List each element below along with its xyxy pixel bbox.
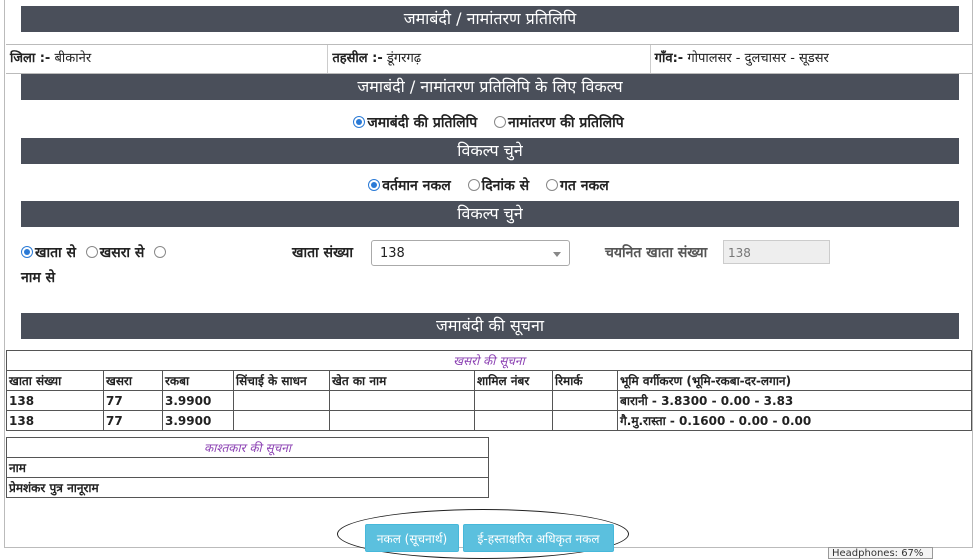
cell: 138 bbox=[6, 410, 104, 431]
copy-options-title: जमाबंदी / नामांतरण प्रतिलिपि के लिए विकल… bbox=[21, 74, 959, 100]
cell: गै.मु.रास्ता - 0.1600 - 0.00 - 0.00 bbox=[617, 410, 972, 431]
cell bbox=[552, 410, 618, 431]
cell: 3.9900 bbox=[162, 410, 234, 431]
radio-by-khata-label: खाता से bbox=[35, 245, 77, 261]
district-label: जिला :- bbox=[10, 51, 51, 66]
radio-by-name-dot[interactable] bbox=[154, 246, 167, 258]
farmer-name: प्रेमशंकर पुत्र नानूराम bbox=[6, 477, 489, 498]
header-classification: भूमि वर्गीकरण (भूमि-रकबा-दर-लगान) bbox=[617, 370, 972, 391]
radio-past-dot[interactable] bbox=[545, 179, 558, 191]
choose-title-2: विकल्प चुने bbox=[21, 201, 959, 227]
farmer-header: नाम bbox=[6, 457, 489, 478]
header-irrigation: सिंचाई के साधन bbox=[233, 370, 330, 391]
radio-by-khasra-label: खसरा से bbox=[99, 245, 145, 261]
district-cell: जिला :- बीकानेर bbox=[6, 45, 329, 73]
khasra-caption: खसरो की सूचना bbox=[6, 350, 972, 371]
khata-select[interactable]: 138 bbox=[371, 240, 570, 266]
cell: 77 bbox=[103, 410, 163, 431]
search-by-radios: खाता से खसरा से नाम से bbox=[21, 241, 211, 291]
radio-jamabandi-dot[interactable] bbox=[353, 116, 366, 128]
radio-by-khata[interactable]: खाता से bbox=[21, 245, 76, 261]
cell bbox=[233, 410, 330, 431]
header-rakba: रकबा bbox=[162, 370, 234, 391]
radio-by-name-label: नाम से bbox=[21, 270, 56, 286]
village-label: गाँव:- bbox=[654, 51, 684, 66]
khata-select-value: 138 bbox=[380, 246, 405, 261]
radio-current-dot[interactable] bbox=[368, 179, 381, 191]
radio-date-dot[interactable] bbox=[467, 179, 480, 191]
location-row: जिला :- बीकानेर तहसील :- डूंगरगढ़ गाँव:-… bbox=[6, 44, 972, 74]
tehsil-label: तहसील :- bbox=[332, 51, 383, 66]
radio-current-label: वर्तमान नकल bbox=[382, 178, 451, 194]
table-header-row: खाता संख्या खसरा रकबा सिंचाई के साधन खेत… bbox=[6, 370, 972, 391]
radio-by-khata-dot[interactable] bbox=[21, 246, 33, 258]
cell bbox=[552, 390, 618, 411]
radio-jamabandi[interactable]: जमाबंदी की प्रतिलिपि bbox=[353, 115, 477, 131]
farmer-table: काश्तकार की सूचना नाम प्रेमशंकर पुत्र ना… bbox=[6, 437, 489, 498]
radio-past[interactable]: गत नकल bbox=[545, 178, 609, 194]
header-joint-number: शामिल नंबर bbox=[474, 370, 553, 391]
selected-khata-field[interactable]: 138 bbox=[723, 240, 830, 264]
header-field-name: खेत का नाम bbox=[329, 370, 475, 391]
header-remark: रिमार्क bbox=[552, 370, 618, 391]
cell bbox=[474, 410, 553, 431]
radio-by-khasra-dot[interactable] bbox=[85, 246, 98, 258]
cell: 3.9900 bbox=[162, 390, 234, 411]
table-row: 138 77 3.9900 गै.मु.रास्ता - 0.1600 - 0.… bbox=[6, 410, 972, 431]
cell bbox=[233, 390, 330, 411]
esign-copy-button[interactable]: ई-हस्ताक्षरित अधिकृत नकल bbox=[463, 524, 614, 552]
tehsil-value: डूंगरगढ़ bbox=[386, 51, 422, 66]
radio-date[interactable]: दिनांक से bbox=[467, 178, 530, 194]
copy-options-radios: जमाबंदी की प्रतिलिपि नामांतरण की प्रतिलि… bbox=[0, 113, 977, 132]
radio-date-label: दिनांक से bbox=[481, 178, 530, 194]
radio-current[interactable]: वर्तमान नकल bbox=[368, 178, 451, 194]
khata-label: खाता संख्या bbox=[292, 245, 353, 261]
table-row: प्रेमशंकर पुत्र नानूराम bbox=[6, 477, 489, 498]
radio-namantaran-label: नामांतरण की प्रतिलिपि bbox=[508, 115, 624, 131]
cell bbox=[329, 410, 475, 431]
header-khasra: खसरा bbox=[103, 370, 163, 391]
chevron-down-icon bbox=[553, 252, 561, 257]
page-title: जमाबंदी / नामांतरण प्रतिलिपि bbox=[21, 6, 959, 32]
copy-info-button[interactable]: नकल (सूचनार्थ) bbox=[365, 524, 459, 552]
village-value: गोपालसर - दुलचासर - सूडसर bbox=[687, 51, 829, 66]
tooltip: Headphones: 67% bbox=[828, 547, 933, 559]
cell: 77 bbox=[103, 390, 163, 411]
choose-radios-1: वर्तमान नकल दिनांक से गत नकल bbox=[0, 176, 977, 195]
district-value: बीकानेर bbox=[54, 51, 92, 66]
radio-by-khasra[interactable]: खसरा से bbox=[85, 245, 145, 261]
cell: 138 bbox=[6, 390, 104, 411]
radio-namantaran-dot[interactable] bbox=[494, 116, 507, 128]
info-title: जमाबंदी की सूचना bbox=[21, 313, 959, 339]
cell: बारानी - 3.8300 - 0.00 - 3.83 bbox=[617, 390, 972, 411]
village-cell: गाँव:- गोपालसर - दुलचासर - सूडसर bbox=[651, 45, 972, 73]
choose-title-1: विकल्प चुने bbox=[21, 138, 959, 164]
tehsil-cell: तहसील :- डूंगरगढ़ bbox=[328, 45, 651, 73]
radio-namantaran[interactable]: नामांतरण की प्रतिलिपि bbox=[494, 115, 624, 131]
khasra-table: खसरो की सूचना खाता संख्या खसरा रकबा सिंच… bbox=[6, 350, 972, 431]
radio-jamabandi-label: जमाबंदी की प्रतिलिपि bbox=[367, 115, 478, 131]
selected-khata-label: चयनित खाता संख्या bbox=[605, 245, 708, 261]
cell bbox=[329, 390, 475, 411]
header-khata: खाता संख्या bbox=[6, 370, 104, 391]
cell bbox=[474, 390, 553, 411]
table-row: 138 77 3.9900 बारानी - 3.8300 - 0.00 - 3… bbox=[6, 390, 972, 411]
radio-past-label: गत नकल bbox=[559, 178, 609, 194]
farmer-caption: काश्तकार की सूचना bbox=[6, 437, 489, 458]
